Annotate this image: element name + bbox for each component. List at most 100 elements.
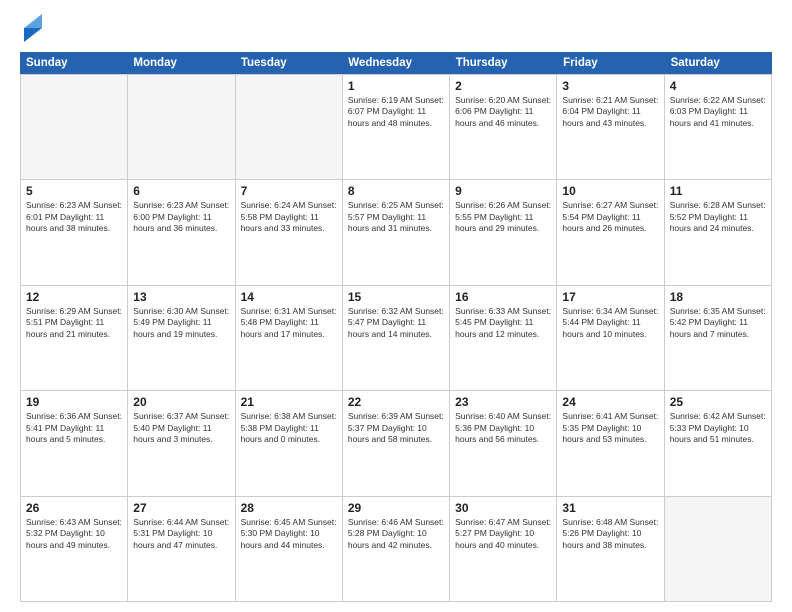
day-cell-28: 28 Sunrise: 6:45 AM Sunset: 5:30 PM Dayli…	[236, 497, 343, 601]
day-info: Sunrise: 6:41 AM Sunset: 5:35 PM Dayligh…	[562, 411, 658, 445]
day-number: 22	[348, 395, 444, 409]
day-number: 4	[670, 79, 766, 93]
day-number: 18	[670, 290, 766, 304]
day-cell-5: 5Sunrise: 6:23 AM Sunset: 6:01 PM Daylig…	[21, 180, 128, 284]
day-cell-14: 14 Sunrise: 6:31 AM Sunset: 5:48 PM Dayli…	[236, 286, 343, 390]
page: SundayMondayTuesdayWednesdayThursdayFrid…	[0, 0, 792, 612]
day-number: 14	[241, 290, 337, 304]
day-info: Sunrise: 6:39 AM Sunset: 5:37 PM Dayligh…	[348, 411, 444, 445]
day-number: 17	[562, 290, 658, 304]
calendar-header: SundayMondayTuesdayWednesdayThursdayFrid…	[20, 52, 772, 74]
day-info: Sunrise: 6:29 AM Sunset: 5:51 PM Dayligh…	[26, 306, 122, 340]
day-number: 7	[241, 184, 337, 198]
day-info: Sunrise: 6:36 AM Sunset: 5:41 PM Dayligh…	[26, 411, 122, 445]
day-number: 24	[562, 395, 658, 409]
empty-cell-0-0	[21, 75, 128, 179]
day-cell-9: 9 Sunrise: 6:26 AM Sunset: 5:55 PM Daylig…	[450, 180, 557, 284]
day-cell-22: 22 Sunrise: 6:39 AM Sunset: 5:37 PM Dayli…	[343, 391, 450, 495]
day-number: 20	[133, 395, 229, 409]
day-number: 28	[241, 501, 337, 515]
col-header-monday: Monday	[127, 52, 234, 74]
day-number: 31	[562, 501, 658, 515]
day-info: Sunrise: 6:43 AM Sunset: 5:32 PM Dayligh…	[26, 517, 122, 551]
day-info: Sunrise: 6:25 AM Sunset: 5:57 PM Dayligh…	[348, 200, 444, 234]
day-info: Sunrise: 6:42 AM Sunset: 5:33 PM Dayligh…	[670, 411, 766, 445]
day-info: Sunrise: 6:32 AM Sunset: 5:47 PM Dayligh…	[348, 306, 444, 340]
day-number: 26	[26, 501, 122, 515]
day-info: Sunrise: 6:19 AM Sunset: 6:07 PM Dayligh…	[348, 95, 444, 129]
day-cell-23: 23 Sunrise: 6:40 AM Sunset: 5:36 PM Dayli…	[450, 391, 557, 495]
day-info: Sunrise: 6:22 AM Sunset: 6:03 PM Dayligh…	[670, 95, 766, 129]
day-number: 1	[348, 79, 444, 93]
day-info: Sunrise: 6:23 AM Sunset: 6:00 PM Dayligh…	[133, 200, 229, 234]
day-cell-25: 25 Sunrise: 6:42 AM Sunset: 5:33 PM Dayli…	[665, 391, 772, 495]
day-info: Sunrise: 6:34 AM Sunset: 5:44 PM Dayligh…	[562, 306, 658, 340]
day-info: Sunrise: 6:45 AM Sunset: 5:30 PM Dayligh…	[241, 517, 337, 551]
day-info: Sunrise: 6:46 AM Sunset: 5:28 PM Dayligh…	[348, 517, 444, 551]
day-number: 10	[562, 184, 658, 198]
header	[20, 18, 772, 42]
day-info: Sunrise: 6:47 AM Sunset: 5:27 PM Dayligh…	[455, 517, 551, 551]
day-number: 2	[455, 79, 551, 93]
day-info: Sunrise: 6:27 AM Sunset: 5:54 PM Dayligh…	[562, 200, 658, 234]
day-cell-18: 18 Sunrise: 6:35 AM Sunset: 5:42 PM Dayli…	[665, 286, 772, 390]
day-number: 3	[562, 79, 658, 93]
col-header-sunday: Sunday	[20, 52, 127, 74]
day-info: Sunrise: 6:24 AM Sunset: 5:58 PM Dayligh…	[241, 200, 337, 234]
day-number: 9	[455, 184, 551, 198]
day-cell-24: 24 Sunrise: 6:41 AM Sunset: 5:35 PM Dayli…	[557, 391, 664, 495]
day-cell-8: 8 Sunrise: 6:25 AM Sunset: 5:57 PM Daylig…	[343, 180, 450, 284]
day-info: Sunrise: 6:28 AM Sunset: 5:52 PM Dayligh…	[670, 200, 766, 234]
col-header-tuesday: Tuesday	[235, 52, 342, 74]
day-info: Sunrise: 6:48 AM Sunset: 5:26 PM Dayligh…	[562, 517, 658, 551]
day-number: 19	[26, 395, 122, 409]
day-info: Sunrise: 6:35 AM Sunset: 5:42 PM Dayligh…	[670, 306, 766, 340]
week-row-2: 12 Sunrise: 6:29 AM Sunset: 5:51 PM Dayli…	[20, 285, 772, 390]
col-header-thursday: Thursday	[450, 52, 557, 74]
day-number: 21	[241, 395, 337, 409]
day-cell-27: 27Sunrise: 6:44 AM Sunset: 5:31 PM Dayli…	[128, 497, 235, 601]
week-row-1: 5Sunrise: 6:23 AM Sunset: 6:01 PM Daylig…	[20, 179, 772, 284]
day-info: Sunrise: 6:31 AM Sunset: 5:48 PM Dayligh…	[241, 306, 337, 340]
day-cell-15: 15 Sunrise: 6:32 AM Sunset: 5:47 PM Dayli…	[343, 286, 450, 390]
day-info: Sunrise: 6:20 AM Sunset: 6:06 PM Dayligh…	[455, 95, 551, 129]
calendar-body: 1 Sunrise: 6:19 AM Sunset: 6:07 PM Daylig…	[20, 74, 772, 602]
day-info: Sunrise: 6:30 AM Sunset: 5:49 PM Dayligh…	[133, 306, 229, 340]
day-cell-29: 29 Sunrise: 6:46 AM Sunset: 5:28 PM Dayli…	[343, 497, 450, 601]
day-cell-31: 31 Sunrise: 6:48 AM Sunset: 5:26 PM Dayli…	[557, 497, 664, 601]
day-cell-1: 1 Sunrise: 6:19 AM Sunset: 6:07 PM Daylig…	[343, 75, 450, 179]
day-number: 29	[348, 501, 444, 515]
day-info: Sunrise: 6:23 AM Sunset: 6:01 PM Dayligh…	[26, 200, 122, 234]
day-cell-10: 10 Sunrise: 6:27 AM Sunset: 5:54 PM Dayli…	[557, 180, 664, 284]
day-info: Sunrise: 6:21 AM Sunset: 6:04 PM Dayligh…	[562, 95, 658, 129]
day-cell-2: 2 Sunrise: 6:20 AM Sunset: 6:06 PM Daylig…	[450, 75, 557, 179]
calendar: SundayMondayTuesdayWednesdayThursdayFrid…	[20, 52, 772, 602]
col-header-friday: Friday	[557, 52, 664, 74]
day-cell-26: 26 Sunrise: 6:43 AM Sunset: 5:32 PM Dayli…	[21, 497, 128, 601]
day-info: Sunrise: 6:38 AM Sunset: 5:38 PM Dayligh…	[241, 411, 337, 445]
day-cell-4: 4 Sunrise: 6:22 AM Sunset: 6:03 PM Daylig…	[665, 75, 772, 179]
day-number: 6	[133, 184, 229, 198]
day-number: 8	[348, 184, 444, 198]
day-cell-30: 30Sunrise: 6:47 AM Sunset: 5:27 PM Dayli…	[450, 497, 557, 601]
day-cell-11: 11 Sunrise: 6:28 AM Sunset: 5:52 PM Dayli…	[665, 180, 772, 284]
day-number: 23	[455, 395, 551, 409]
logo-icon	[22, 14, 44, 42]
day-cell-6: 6 Sunrise: 6:23 AM Sunset: 6:00 PM Daylig…	[128, 180, 235, 284]
day-number: 12	[26, 290, 122, 304]
col-header-wednesday: Wednesday	[342, 52, 449, 74]
empty-cell-0-1	[128, 75, 235, 179]
day-number: 15	[348, 290, 444, 304]
day-number: 16	[455, 290, 551, 304]
day-info: Sunrise: 6:26 AM Sunset: 5:55 PM Dayligh…	[455, 200, 551, 234]
day-number: 11	[670, 184, 766, 198]
day-cell-16: 16Sunrise: 6:33 AM Sunset: 5:45 PM Dayli…	[450, 286, 557, 390]
day-info: Sunrise: 6:40 AM Sunset: 5:36 PM Dayligh…	[455, 411, 551, 445]
empty-cell-0-2	[236, 75, 343, 179]
week-row-0: 1 Sunrise: 6:19 AM Sunset: 6:07 PM Daylig…	[20, 74, 772, 179]
week-row-3: 19 Sunrise: 6:36 AM Sunset: 5:41 PM Dayli…	[20, 390, 772, 495]
day-info: Sunrise: 6:44 AM Sunset: 5:31 PM Dayligh…	[133, 517, 229, 551]
day-number: 25	[670, 395, 766, 409]
day-cell-21: 21 Sunrise: 6:38 AM Sunset: 5:38 PM Dayli…	[236, 391, 343, 495]
day-cell-13: 13Sunrise: 6:30 AM Sunset: 5:49 PM Dayli…	[128, 286, 235, 390]
